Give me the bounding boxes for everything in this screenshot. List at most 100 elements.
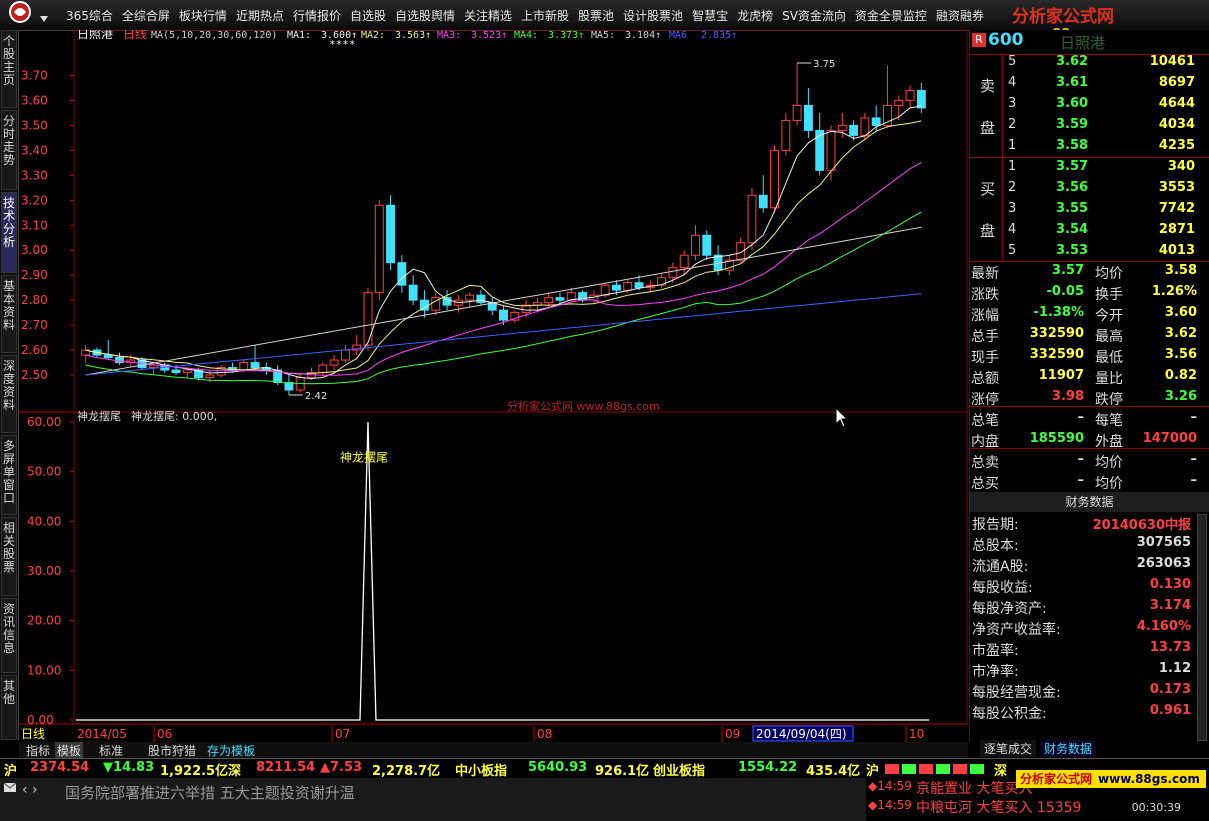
candle-body[interactable] [860,117,870,136]
menu-item-4[interactable]: 行情报价 [293,7,341,24]
candle-body[interactable] [871,117,881,126]
index-cyb-amt[interactable]: 435.4亿 [806,760,860,779]
left-tab-6[interactable]: 相关股票 [1,517,17,596]
menu-item-0[interactable]: 365综合 [66,7,113,24]
news-nav-arrows[interactable]: ‹ › [22,782,38,798]
candle-body[interactable] [171,369,181,374]
menu-item-1[interactable]: 全综合屏 [122,7,170,24]
candle-body[interactable] [611,284,621,291]
index-zxb-label[interactable]: 中小板指 [455,760,507,779]
candle-body[interactable] [239,362,249,371]
ob-price[interactable]: 3.62 [1056,54,1088,69]
candle-body[interactable] [758,194,768,209]
period-selector[interactable]: 日线 [21,727,45,741]
index-sh-val[interactable]: 2374.54 [30,760,89,775]
bottom-tab-0[interactable]: 指标 [24,742,52,759]
candle-body[interactable] [499,309,508,321]
candle-body[interactable] [770,149,779,209]
index-sh-amt[interactable]: 1,922.5亿 [160,760,228,779]
index-cyb-label[interactable]: 创业板指 [653,760,705,779]
candle-body[interactable] [600,284,610,296]
candle-body[interactable] [916,89,926,109]
candle-body[interactable] [329,359,339,366]
menu-item-15[interactable]: 融资融券 [936,7,984,24]
candle-body[interactable] [905,89,915,101]
ob-price[interactable]: 3.55 [1056,201,1088,216]
candle-body[interactable] [408,284,418,301]
bottom-tab-2[interactable]: 标准 [97,742,125,759]
ob-price[interactable]: 3.56 [1056,180,1088,195]
index-zxb-val[interactable]: 5640.93 [528,760,587,775]
menu-item-7[interactable]: 关注精选 [464,7,512,24]
ob-price[interactable]: 3.60 [1056,96,1088,111]
candle-body[interactable] [386,204,396,264]
candle-body[interactable] [340,349,350,361]
index-sh-chg[interactable]: ▼14.83 [103,760,154,775]
candle-body[interactable] [555,297,565,301]
left-tab-8[interactable]: 其他 [1,675,17,740]
candle-body[interactable] [849,124,859,136]
candle-body[interactable] [894,99,904,106]
menu-item-6[interactable]: 自选股舆情 [395,7,455,24]
candle-body[interactable] [182,369,192,374]
candle-body[interactable] [476,294,486,304]
menu-item-9[interactable]: 股票池 [578,7,614,24]
candle-body[interactable] [250,362,260,369]
bottom-tab-4[interactable]: 存为模板 [205,742,257,759]
candle-body[interactable] [363,292,373,346]
index-sz2[interactable]: 深 [994,760,1007,779]
finance-scrollbar[interactable] [1197,514,1207,741]
candle-body[interactable] [691,234,700,256]
menu-item-8[interactable]: 上市新股 [521,7,569,24]
menu-item-13[interactable]: SV资金流向 [782,7,846,24]
ob-price[interactable]: 3.54 [1056,222,1088,237]
candle-body[interactable] [318,364,328,374]
menu-item-5[interactable]: 自选股 [350,7,386,24]
finance-tab-1[interactable]: 财务数据 [1040,740,1097,757]
candle-body[interactable] [544,297,554,304]
candle-body[interactable] [634,282,644,289]
left-tab-0[interactable]: 个股主页 [1,30,17,108]
bottom-tab-3[interactable]: 股市狩猎 [146,742,198,759]
index-cyb-val[interactable]: 1554.22 [738,760,797,775]
index-sz-chg[interactable]: ▲7.53 [320,760,362,775]
index-sh2[interactable]: 沪 [866,760,879,779]
candle-body[interactable] [623,282,633,291]
ob-price[interactable]: 3.57 [1056,159,1088,174]
left-tab-1[interactable]: 分时走势 [1,110,17,190]
menu-item-11[interactable]: 智慧宝 [692,7,728,24]
left-tab-7[interactable]: 资讯信息 [1,598,17,673]
app-logo-icon[interactable] [0,0,64,30]
candle-body[interactable] [465,294,475,301]
candle-body[interactable] [284,382,294,391]
candle-body[interactable] [826,129,836,171]
candle-body[interactable] [747,194,757,244]
ob-price[interactable]: 3.58 [1056,138,1088,153]
menu-item-10[interactable]: 设计股票池 [623,7,683,24]
news-headline[interactable]: 国务院部署推进六举措 五大主题投资谢升温 [65,782,355,803]
ob-price[interactable]: 3.59 [1056,117,1088,132]
index-zxb-amt[interactable]: 926.1亿 [595,760,649,779]
candle-body[interactable] [815,129,825,171]
ob-price[interactable]: 3.61 [1056,75,1088,90]
bottom-tab-1[interactable]: 模板 [55,742,84,759]
candle-body[interactable] [374,204,384,294]
index-sz-val[interactable]: 8211.54 [256,760,315,775]
tick-text[interactable]: 京能置业 大笔买入 [916,778,1032,798]
candle-body[interactable] [702,234,712,256]
left-tab-2[interactable]: 技术分析 [1,192,17,273]
menu-item-14[interactable]: 资金全景监控 [855,7,927,24]
indicator-name[interactable]: 神龙摆尾 [77,409,121,423]
candle-body[interactable] [679,254,689,269]
index-sz-amt[interactable]: 2,278.7亿 [372,760,440,779]
candle-body[interactable] [736,242,746,261]
candle-body[interactable] [442,297,452,306]
index-sz-label[interactable]: 深 [228,760,241,779]
candle-body[interactable] [668,267,678,279]
left-tab-3[interactable]: 基本资料 [1,275,17,353]
left-tab-5[interactable]: 多屏单窗口 [1,435,17,515]
finance-tab-0[interactable]: 逐笔成交 [980,740,1037,757]
menu-item-12[interactable]: 龙虎榜 [737,7,773,24]
index-sh-label[interactable]: 沪 [4,760,17,779]
left-tab-4[interactable]: 深度资料 [1,355,17,433]
